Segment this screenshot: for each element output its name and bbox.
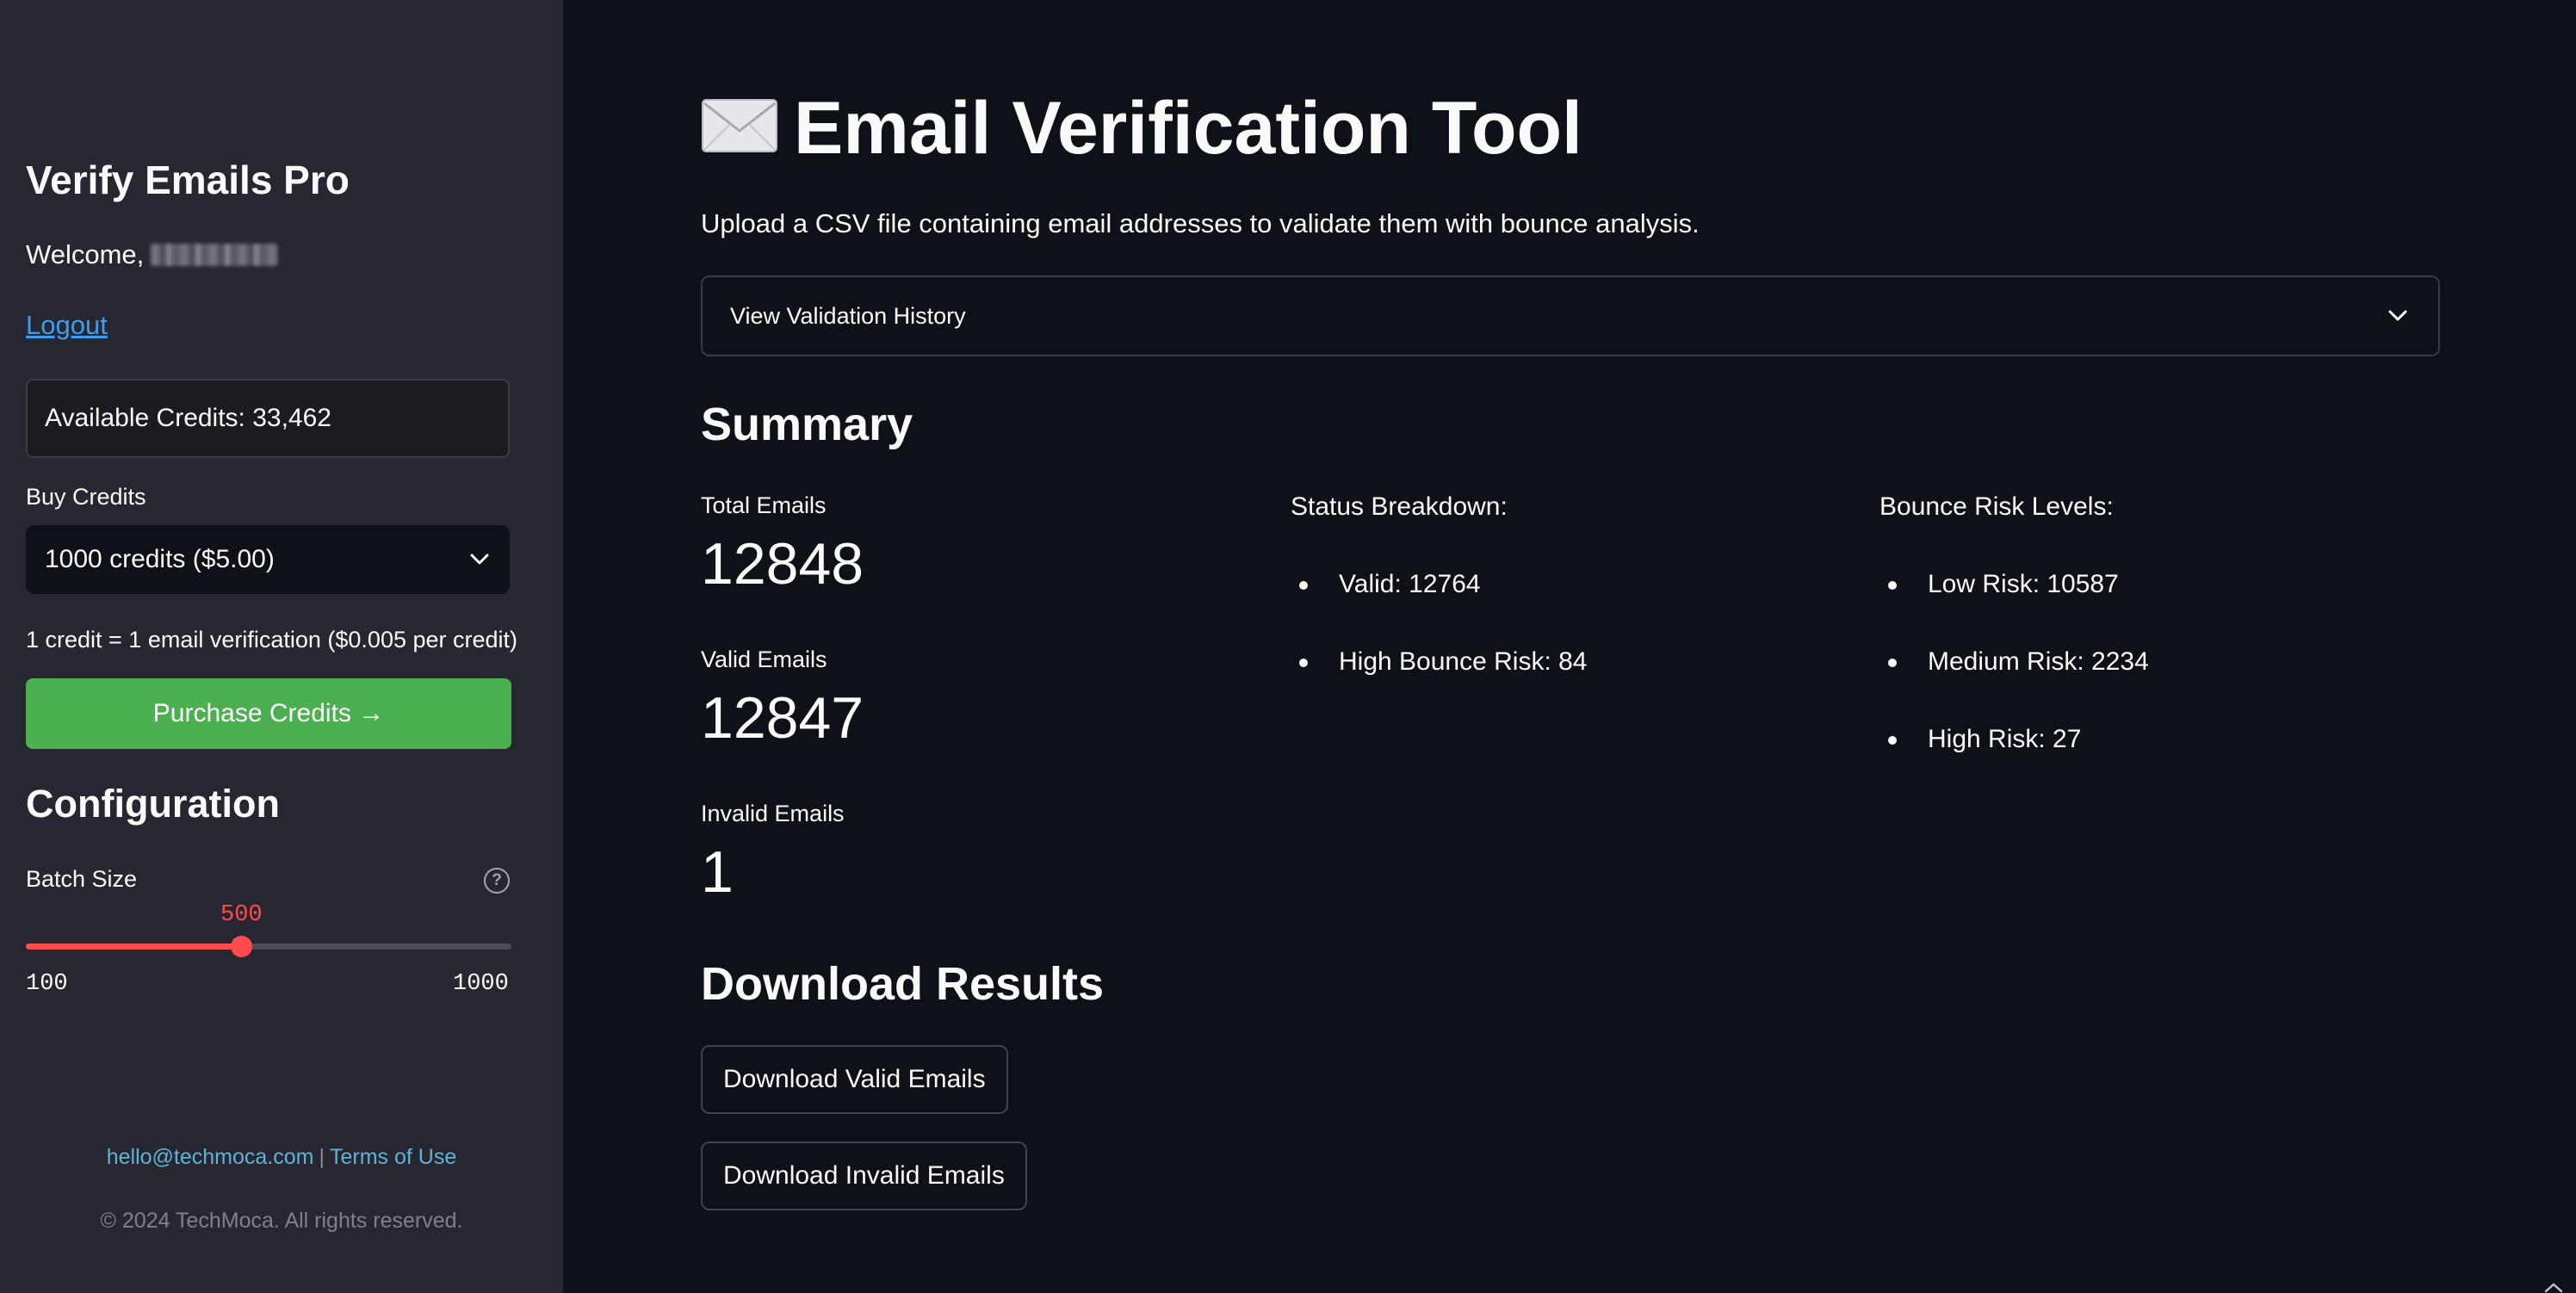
status-breakdown-list: Valid: 12764 High Bounce Risk: 84 (1291, 570, 1588, 725)
envelope-icon (701, 86, 778, 171)
slider-thumb[interactable] (231, 936, 253, 957)
available-credits-text: Available Credits: 33,462 (45, 404, 331, 432)
logout-link[interactable]: Logout (26, 310, 108, 341)
page-subtitle: Upload a CSV file containing email addre… (701, 208, 1700, 238)
invalid-emails-value: 1 (701, 839, 734, 905)
help-question-icon[interactable]: ? (484, 868, 510, 894)
credits-info-box: Available Credits: 33,462 (26, 379, 510, 458)
page-title: Email Verification Tool (701, 86, 1582, 171)
sidebar: Verify Emails Pro Welcome, Logout Availa… (0, 0, 563, 1293)
slider-min-label: 100 (26, 971, 68, 997)
bounce-risk-heading: Bounce Risk Levels: (1879, 492, 2114, 521)
list-item: High Bounce Risk: 84 (1291, 647, 1588, 725)
contact-email-link[interactable]: hello@techmoca.com (107, 1145, 314, 1169)
download-invalid-button[interactable]: Download Invalid Emails (701, 1141, 1027, 1210)
valid-emails-label: Valid Emails (701, 646, 827, 672)
purchase-credits-button[interactable]: Purchase Credits → (26, 678, 511, 749)
footer-separator: | (319, 1145, 325, 1169)
main-content: Email Verification Tool Upload a CSV fil… (563, 0, 2576, 1293)
page-title-text: Email Verification Tool (794, 87, 1582, 170)
validation-history-label: View Validation History (730, 302, 966, 329)
sidebar-footer-links: hello@techmoca.com | Terms of Use (0, 1145, 563, 1170)
chevron-down-icon (470, 554, 489, 566)
batch-size-label: Batch Size (26, 866, 138, 892)
status-breakdown-heading: Status Breakdown: (1291, 492, 1508, 521)
download-valid-button[interactable]: Download Valid Emails (701, 1045, 1008, 1114)
summary-heading: Summary (701, 399, 913, 450)
welcome-prefix: Welcome, (26, 239, 145, 269)
batch-size-slider[interactable] (26, 936, 511, 957)
valid-emails-value: 12847 (701, 685, 864, 751)
total-emails-value: 12848 (701, 531, 864, 597)
list-item: Valid: 12764 (1291, 570, 1588, 647)
credit-rate-note: 1 credit = 1 email verification ($0.005 … (26, 627, 518, 653)
download-results-heading: Download Results (701, 958, 1105, 1010)
list-item: Low Risk: 10587 (1879, 570, 2149, 647)
list-item: Medium Risk: 2234 (1879, 647, 2149, 725)
chevron-up-icon[interactable] (2543, 1281, 2564, 1293)
slider-fill (26, 943, 242, 950)
credit-package-select[interactable]: 1000 credits ($5.00) (26, 525, 510, 594)
invalid-emails-label: Invalid Emails (701, 801, 845, 826)
batch-size-value: 500 (220, 902, 263, 928)
configuration-heading: Configuration (26, 782, 280, 826)
welcome-message: Welcome, (26, 239, 279, 270)
total-emails-label: Total Emails (701, 492, 827, 518)
list-item: High Risk: 27 (1879, 725, 2149, 802)
chevron-down-icon (2388, 310, 2407, 322)
buy-credits-label: Buy Credits (26, 484, 146, 510)
terms-of-use-link[interactable]: Terms of Use (330, 1145, 456, 1169)
validation-history-expander[interactable]: View Validation History (701, 275, 2440, 356)
redacted-username (151, 244, 279, 266)
app-root: Verify Emails Pro Welcome, Logout Availa… (0, 0, 2576, 1293)
sidebar-brand: Verify Emails Pro (26, 158, 350, 202)
slider-max-label: 1000 (453, 971, 509, 997)
selected-package-value: 1000 credits ($5.00) (45, 545, 275, 573)
bounce-risk-list: Low Risk: 10587 Medium Risk: 2234 High R… (1879, 570, 2149, 802)
copyright-text: © 2024 TechMoca. All rights reserved. (100, 1209, 463, 1233)
